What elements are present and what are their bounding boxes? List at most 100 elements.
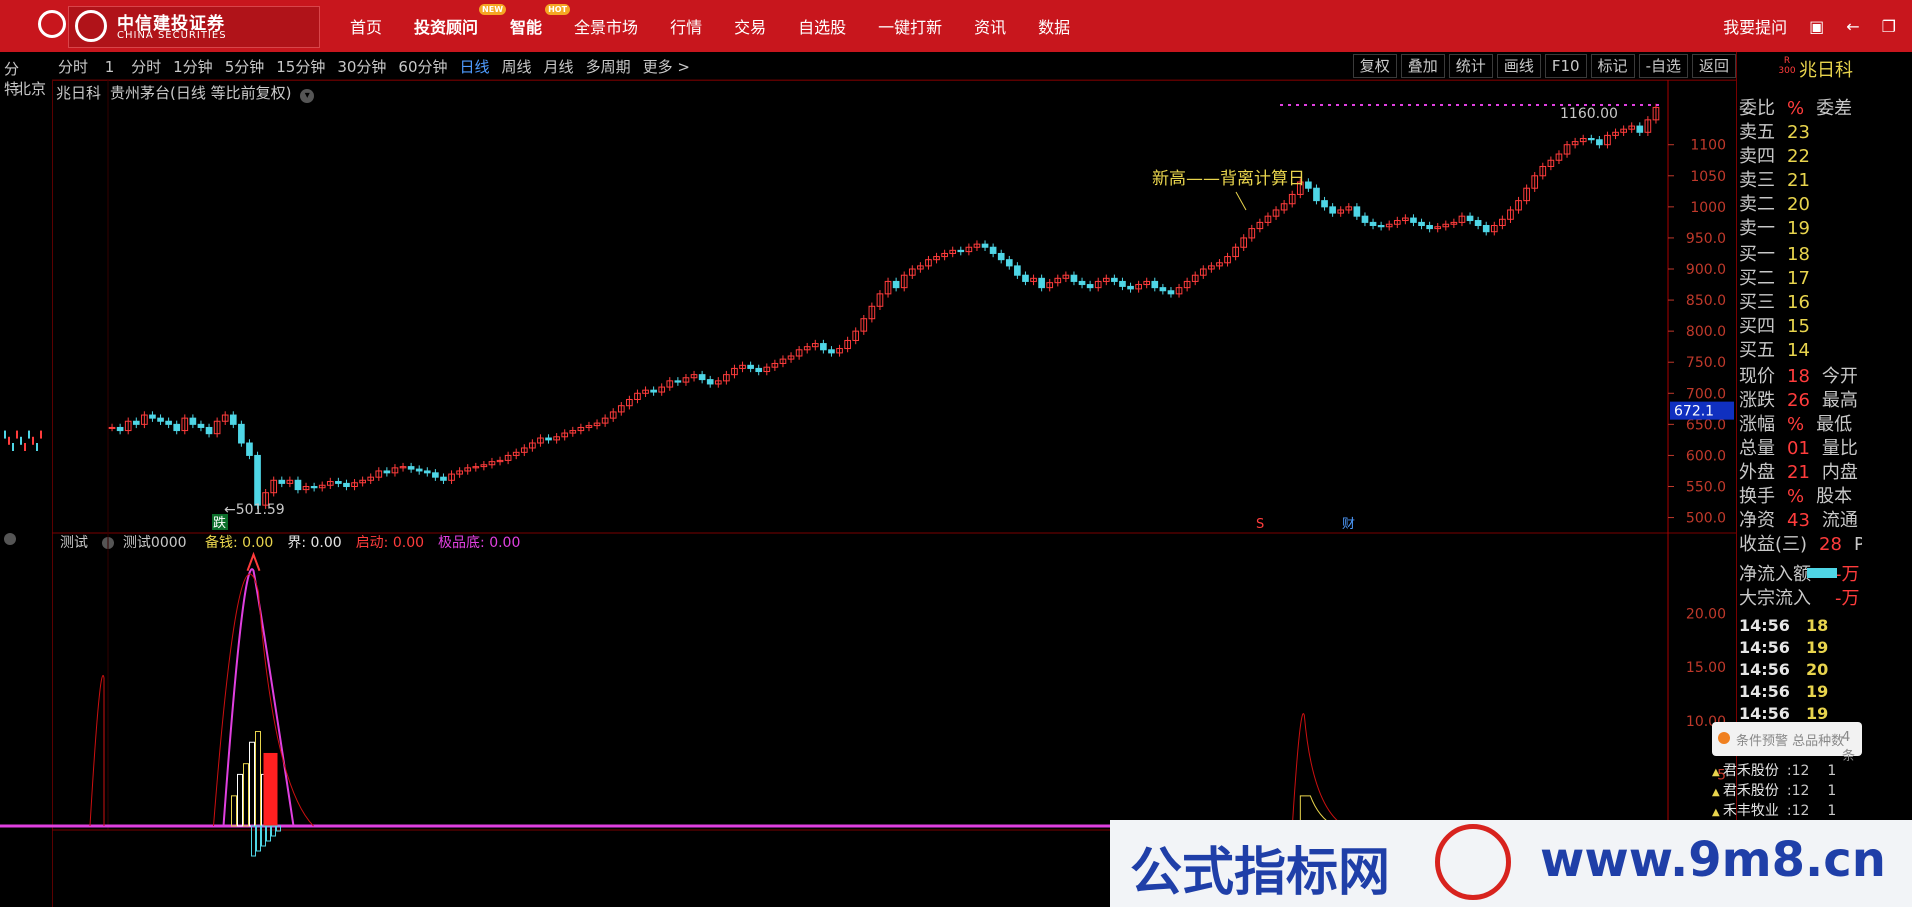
- buy-row-4: 买五 14: [1739, 336, 1810, 362]
- price-tick-label: 1100: [1690, 138, 1726, 154]
- candle: [1272, 206, 1280, 220]
- candle: [787, 352, 795, 363]
- price-tick-label: 750.0: [1686, 355, 1726, 371]
- quote-label: 总量: [1739, 438, 1775, 459]
- quote-label: 卖五: [1739, 122, 1775, 143]
- quote-extra: 委差: [1816, 98, 1853, 119]
- flow-row-0: 净流入额 -万: [1739, 560, 1860, 586]
- candle: [529, 439, 536, 452]
- candle: [1507, 206, 1514, 224]
- alert-item[interactable]: ▲ 君禾股份:12 1: [1712, 780, 1862, 800]
- alert-item[interactable]: ▲ 君禾股份:12 1: [1712, 760, 1862, 780]
- candle: [917, 262, 924, 273]
- price-tag-label: 672.1: [1674, 404, 1714, 420]
- price-tick-label: 950.0: [1686, 231, 1726, 247]
- quote-value: 43: [1787, 510, 1810, 531]
- quote-label: 外盘: [1739, 462, 1775, 483]
- candle: [1264, 212, 1272, 227]
- candle: [173, 420, 181, 435]
- stat-row-6: 净资 43 流通: [1739, 506, 1858, 532]
- candle: [124, 417, 132, 435]
- candle: [302, 482, 310, 494]
- quote-extra: 最低: [1816, 414, 1853, 435]
- restore-window-icon[interactable]: ❐: [1882, 17, 1896, 36]
- candle: [658, 383, 666, 396]
- candle: [1490, 221, 1498, 236]
- candle: [28, 430, 30, 439]
- cube-icon[interactable]: ▣: [1809, 17, 1824, 36]
- candle: [1022, 271, 1029, 286]
- quote-extra: 量比: [1821, 438, 1858, 459]
- quote-value: 21: [1787, 462, 1810, 483]
- kline-chart[interactable]: 1160.00 新高——背离计算日 ←501.59跌 S 财 1100 1050 1000 9…: [0, 0, 1736, 907]
- candle: [1563, 140, 1571, 158]
- candle: [1612, 128, 1619, 140]
- candle: [1596, 136, 1603, 149]
- candle: [561, 429, 569, 441]
- buy-row-1: 买二 17: [1739, 264, 1810, 290]
- candle: [1143, 277, 1151, 289]
- candle: [472, 462, 480, 472]
- high-label: 1160.00: [1560, 106, 1618, 122]
- quote-label: 收益(三): [1739, 534, 1808, 555]
- candle: [20, 436, 22, 445]
- alert-item[interactable]: ▲ 禾丰牧业:12 1: [1712, 800, 1862, 820]
- candle: [1216, 259, 1223, 270]
- back-arrow-icon[interactable]: ←: [1846, 17, 1859, 36]
- candle: [343, 479, 350, 491]
- candle: [1555, 150, 1563, 164]
- candle: [1515, 196, 1522, 214]
- candle: [391, 464, 399, 477]
- indicator-red-block: [263, 752, 278, 826]
- candle: [1321, 196, 1328, 211]
- alert-banner[interactable]: 条件预警 总品种数 4条: [1712, 722, 1862, 764]
- candle: [860, 314, 868, 335]
- alert-stock-name: 君禾股份: [1722, 783, 1779, 799]
- price-tick-label: 700.0: [1686, 386, 1726, 402]
- price-tick-label: 600.0: [1686, 448, 1726, 464]
- quote-extra: 今开: [1821, 366, 1858, 387]
- candle: [423, 467, 431, 477]
- candle: [706, 375, 714, 388]
- up-arrow-icon: ▲: [1712, 767, 1723, 778]
- candle: [1305, 178, 1312, 192]
- quote-value: 22: [1787, 146, 1810, 167]
- tick-cell: 19: [1805, 638, 1829, 657]
- candle: [1030, 274, 1037, 286]
- quote-label: 卖一: [1739, 218, 1775, 239]
- sell-row-1: 卖四 22: [1739, 142, 1810, 168]
- tick-cell: 14:56: [1739, 616, 1790, 635]
- tick-cell: 14:56: [1739, 660, 1790, 679]
- candle: [601, 414, 609, 427]
- alert-stock-name: 禾丰牧业: [1722, 803, 1779, 819]
- indicator-spike-red: [89, 675, 105, 827]
- watermark-banner: 公式指标网 www.9m8.cn: [1110, 820, 1912, 907]
- candle: [1248, 224, 1256, 242]
- price-tick-label: 800.0: [1686, 324, 1726, 340]
- candle: [795, 346, 803, 360]
- candle: [1571, 137, 1579, 149]
- candle: [1385, 220, 1393, 231]
- annotation-note: 新高——背离计算日: [1152, 169, 1305, 189]
- candle: [1167, 287, 1175, 298]
- candle: [1353, 203, 1361, 220]
- quote-value: 26: [1787, 390, 1810, 411]
- candle: [132, 417, 140, 429]
- candle: [407, 462, 415, 473]
- quote-extra: 流通: [1821, 510, 1858, 531]
- candle: [1466, 212, 1474, 225]
- indicator-bar: [237, 773, 243, 827]
- alert-count: 4条: [1842, 730, 1856, 764]
- stat-row-0: 现价 18 今开: [1739, 362, 1858, 388]
- quote-extra: 股本: [1816, 486, 1853, 507]
- watermark-right: www.9m8.cn: [1540, 832, 1886, 888]
- alert-bell-icon: [1718, 732, 1730, 744]
- candle: [246, 439, 253, 460]
- candle: [1288, 190, 1296, 208]
- quote-value: 20: [1787, 194, 1810, 215]
- candle: [1450, 218, 1458, 228]
- candle: [1111, 274, 1118, 286]
- candle: [8, 436, 10, 445]
- candle: [335, 477, 342, 488]
- quote-label: 买二: [1739, 268, 1775, 289]
